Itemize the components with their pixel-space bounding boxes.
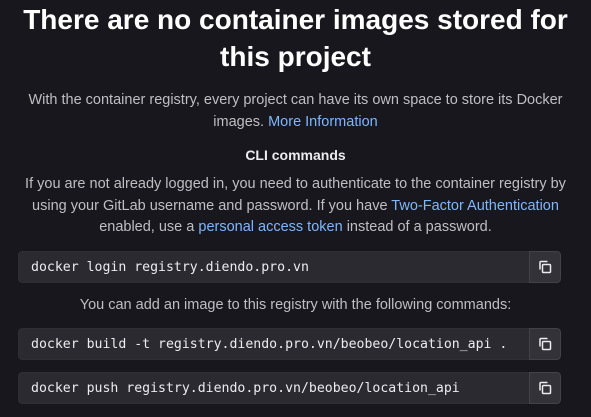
login-command-row: docker login registry.diendo.pro.vn <box>18 251 561 283</box>
build-command-row: docker build -t registry.diendo.pro.vn/b… <box>18 328 561 360</box>
login-command-text[interactable]: docker login registry.diendo.pro.vn <box>18 251 529 283</box>
copy-build-command-button[interactable] <box>529 328 561 360</box>
build-command-text[interactable]: docker build -t registry.diendo.pro.vn/b… <box>18 328 529 360</box>
empty-state: There are no container images stored for… <box>0 0 591 417</box>
personal-access-token-link[interactable]: personal access token <box>198 219 342 235</box>
copy-icon <box>537 380 553 396</box>
add-image-text: You can add an image to this registry wi… <box>79 297 512 313</box>
copy-icon <box>537 259 553 275</box>
intro-text: With the container registry, every proje… <box>20 89 571 133</box>
cli-commands-heading: CLI commands <box>245 147 346 163</box>
empty-state-title: There are no container images stored for… <box>0 1 591 75</box>
copy-push-command-button[interactable] <box>529 372 561 404</box>
more-information-link[interactable]: More Information <box>268 114 378 130</box>
title-line-1: There are no container images stored for <box>23 4 568 35</box>
push-command-row: docker push registry.diendo.pro.vn/beobe… <box>18 372 561 404</box>
two-factor-authentication-link[interactable]: Two-Factor Authentication <box>391 198 559 214</box>
authentication-text: If you are not already logged in, you ne… <box>10 174 581 239</box>
title-line-2: this project <box>220 41 371 72</box>
copy-icon <box>537 336 553 352</box>
copy-login-command-button[interactable] <box>529 251 561 283</box>
push-command-text[interactable]: docker push registry.diendo.pro.vn/beobe… <box>18 372 529 404</box>
auth-text-after: instead of a password. <box>346 219 492 235</box>
auth-text-middle: enabled, use a <box>99 219 195 235</box>
